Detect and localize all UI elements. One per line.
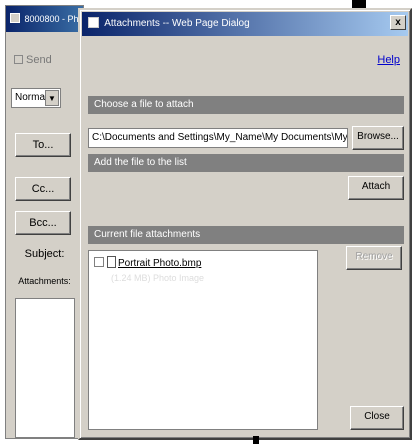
add-file-header: Add the file to the list [88,154,404,172]
attachments-dialog: Attachments -- Web Page Dialog x Help Ch… [78,8,412,440]
compose-titlebar: 8000800 - Ph [6,6,83,32]
compose-attachment-area [15,298,75,438]
send-icon [14,55,23,64]
chevron-down-icon[interactable]: ▼ [45,90,59,106]
close-icon[interactable]: x [390,15,406,30]
attach-button[interactable]: Attach [348,176,404,200]
remove-button[interactable]: Remove [346,246,402,270]
bottom-edge-mark [253,436,259,444]
attachment-name[interactable]: Portrait Photo.bmp [118,258,201,269]
format-select[interactable]: Normal ▼ [11,88,61,108]
dialog-title: Attachments -- Web Page Dialog [104,18,250,29]
bcc-button[interactable]: Bcc... [15,211,71,235]
attachments-label: Attachments: [18,276,71,286]
compose-toolbar[interactable]: Send [14,54,52,66]
attachment-checkbox[interactable] [94,257,104,267]
send-label: Send [26,54,52,66]
file-path-input[interactable]: C:\Documents and Settings\My_Name\My Doc… [88,128,348,148]
browse-button[interactable]: Browse... [352,126,404,150]
to-button[interactable]: To... [15,133,71,157]
compose-window: 8000800 - Ph Send Normal ▼ To... Cc... B… [5,5,84,439]
list-item[interactable]: Portrait Photo.bmp [94,256,201,269]
window-icon [10,13,20,23]
compose-title: 8000800 - Ph [24,14,79,24]
attachment-details: (1.24 MB) Photo Image [111,273,205,283]
close-button[interactable]: Close [350,406,404,430]
help-link[interactable]: Help [377,54,400,66]
subject-label: Subject: [24,248,65,260]
format-select-value: Normal [15,92,48,103]
file-icon [107,256,116,268]
dialog-titlebar[interactable]: Attachments -- Web Page Dialog x [82,12,408,36]
choose-file-header: Choose a file to attach [88,96,404,114]
attachments-list: Portrait Photo.bmp (1.24 MB) Photo Image [88,250,318,430]
current-attachments-header: Current file attachments [88,226,404,244]
dialog-icon [88,17,99,28]
cc-button[interactable]: Cc... [15,177,71,201]
